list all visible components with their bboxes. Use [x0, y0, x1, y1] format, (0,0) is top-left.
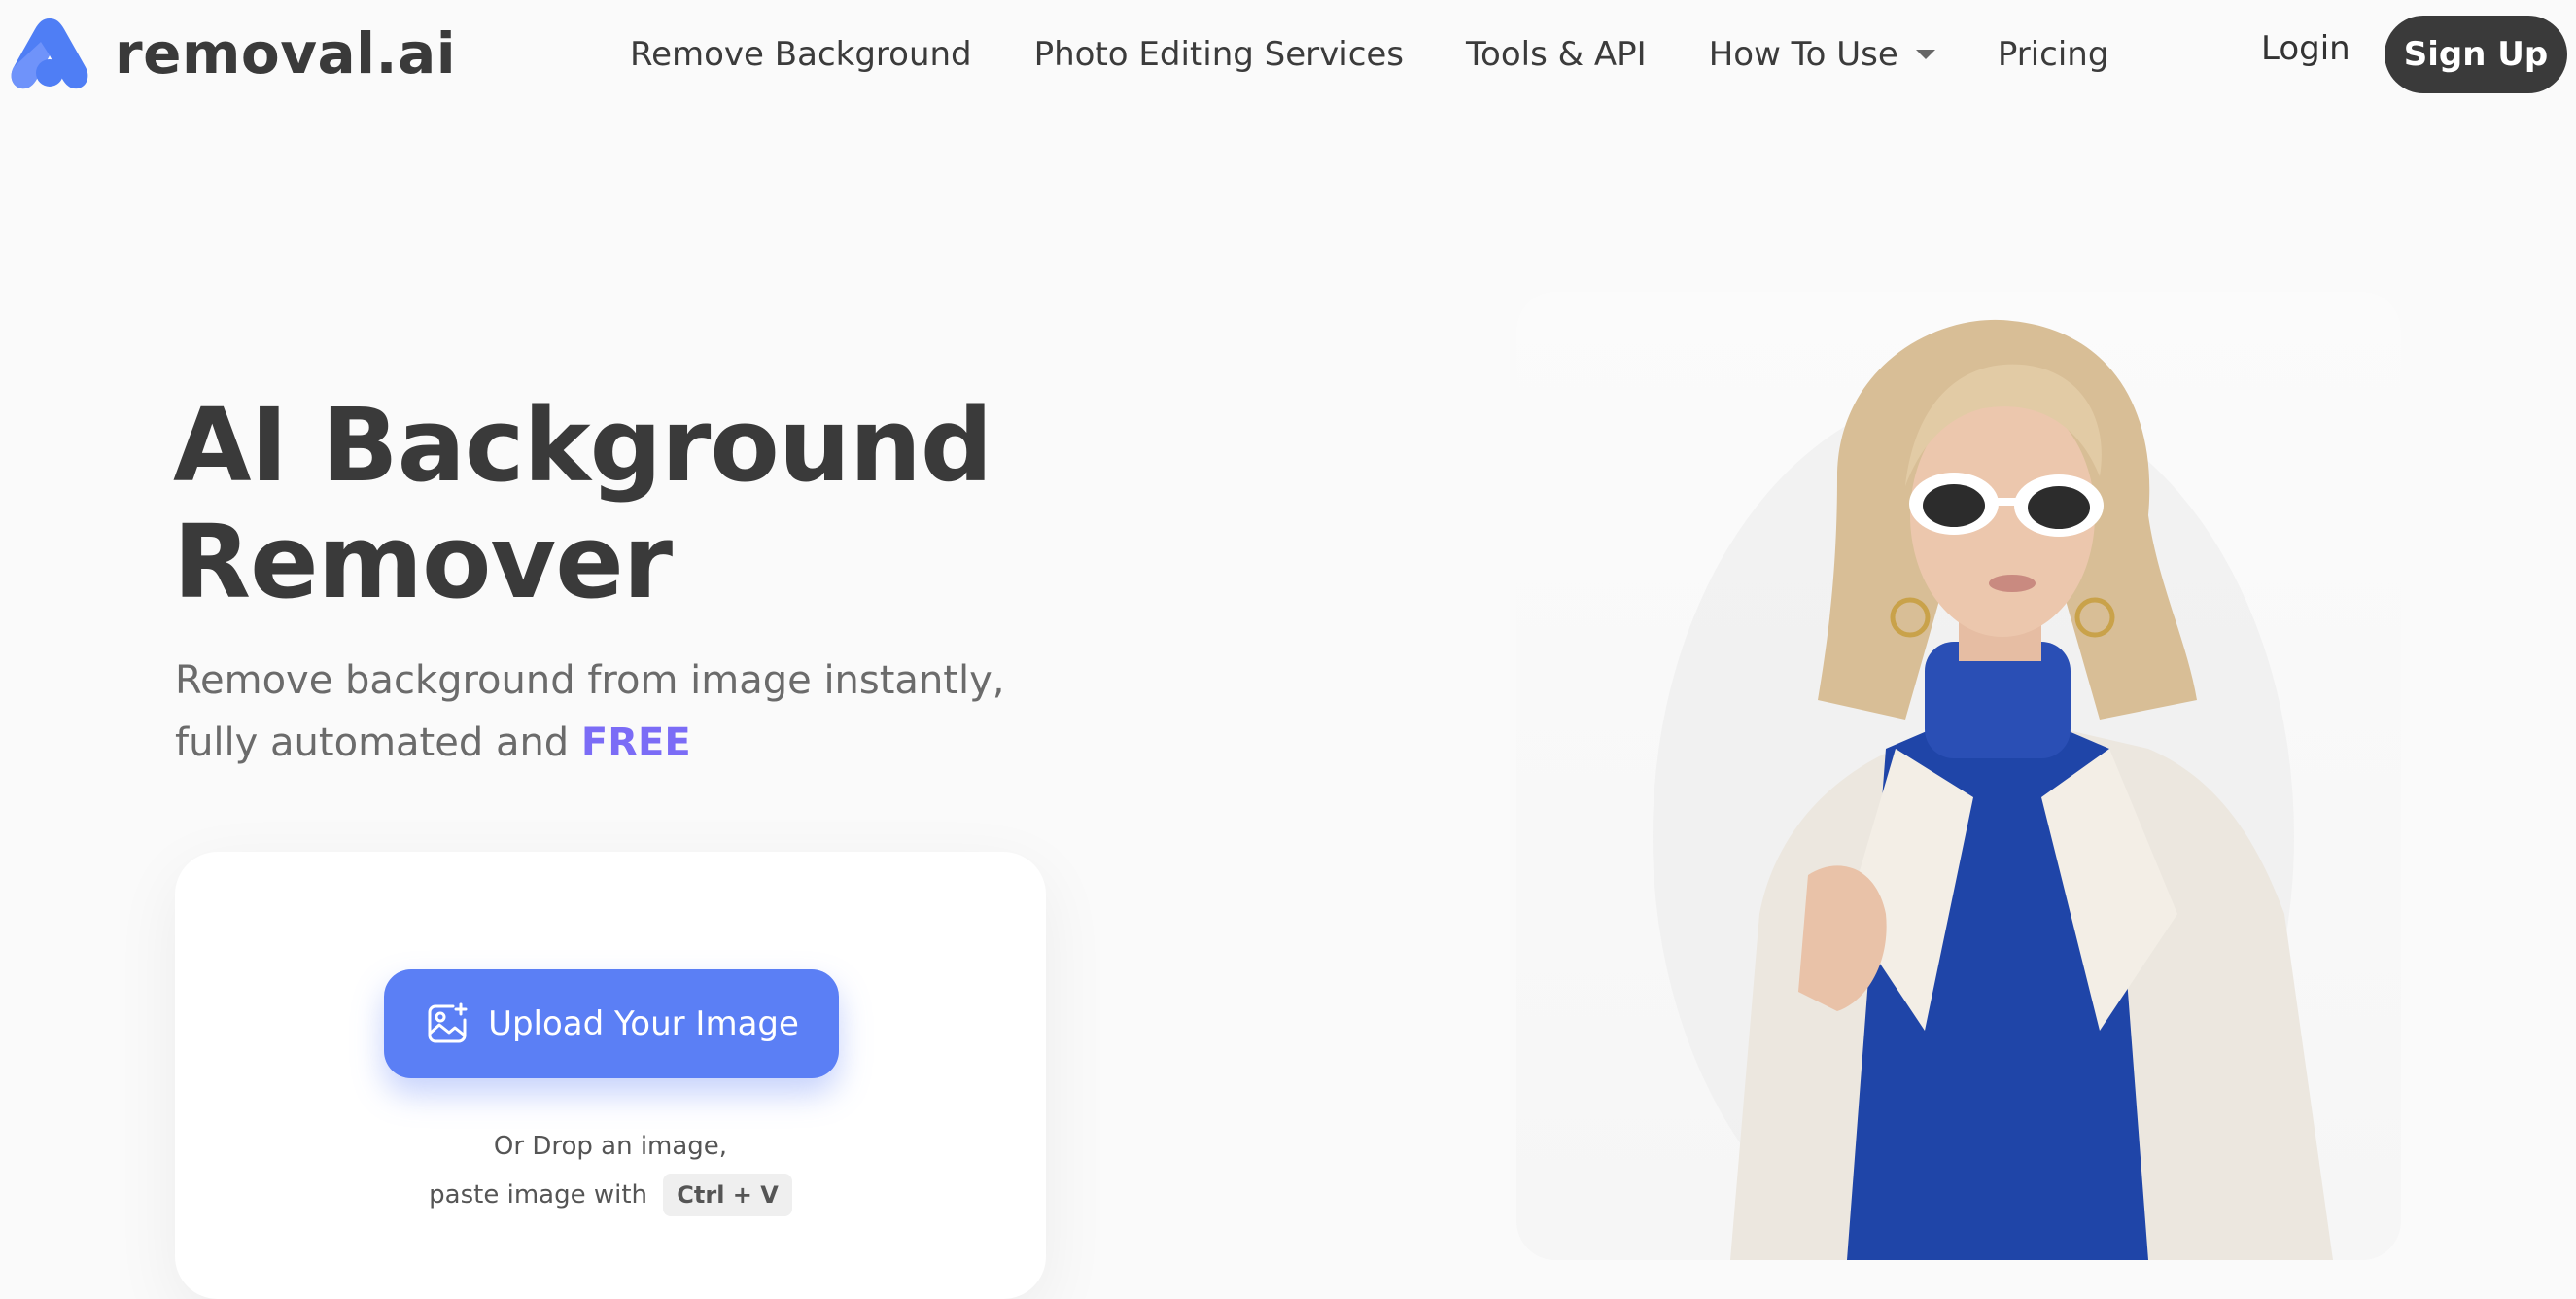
subtitle-line-2: fully automated and [175, 720, 581, 765]
woman-portrait-image [1653, 319, 2333, 1260]
nav-item-remove-background[interactable]: Remove Background [630, 35, 972, 74]
image-upload-icon [428, 1002, 468, 1043]
paste-shortcut: Ctrl + V [663, 1174, 792, 1216]
drop-line-1: Or Drop an image, [493, 1132, 728, 1161]
brand[interactable]: removal.ai [6, 12, 456, 95]
upload-button-label: Upload Your Image [488, 1004, 799, 1043]
upload-card[interactable]: Upload Your Image Or Drop an image, past… [175, 852, 1046, 1299]
nav-item-pricing[interactable]: Pricing [1998, 35, 2109, 74]
sign-up-button[interactable]: Sign Up [2385, 16, 2567, 93]
page-title: AI Background Remover [173, 387, 1048, 620]
nav-item-photo-editing-services[interactable]: Photo Editing Services [1034, 35, 1404, 74]
title-line-1: AI Background [173, 386, 992, 505]
top-navbar: removal.ai Remove Background Photo Editi… [0, 0, 2576, 109]
nav-menu: Remove Background Photo Editing Services… [630, 27, 2108, 82]
title-line-2: Remover [173, 503, 673, 621]
nav-item-tools-api[interactable]: Tools & API [1466, 35, 1647, 74]
nav-item-label: Photo Editing Services [1033, 35, 1405, 74]
nav-item-label: Tools & API [1466, 35, 1647, 74]
hero-image [1516, 292, 2401, 1260]
drop-instructions: Or Drop an image, paste image with Ctrl … [175, 1122, 1046, 1219]
nav-item-how-to-use[interactable]: How To Use [1709, 35, 1935, 74]
upload-image-button[interactable]: Upload Your Image [384, 969, 839, 1078]
subtitle-line-1: Remove background from image instantly, [175, 658, 1005, 703]
free-highlight: FREE [580, 720, 691, 765]
drop-line-2: paste image with [429, 1180, 648, 1210]
nav-item-label: Pricing [1997, 35, 2109, 74]
brand-name: removal.ai [115, 20, 457, 87]
login-link[interactable]: Login [2261, 29, 2350, 68]
hero-subtitle: Remove background from image instantly, … [175, 650, 1108, 774]
nav-item-label: How To Use [1708, 35, 1898, 74]
nav-item-label: Remove Background [630, 35, 972, 74]
removal-logo-icon [11, 18, 88, 89]
chevron-down-icon [1915, 50, 1935, 59]
